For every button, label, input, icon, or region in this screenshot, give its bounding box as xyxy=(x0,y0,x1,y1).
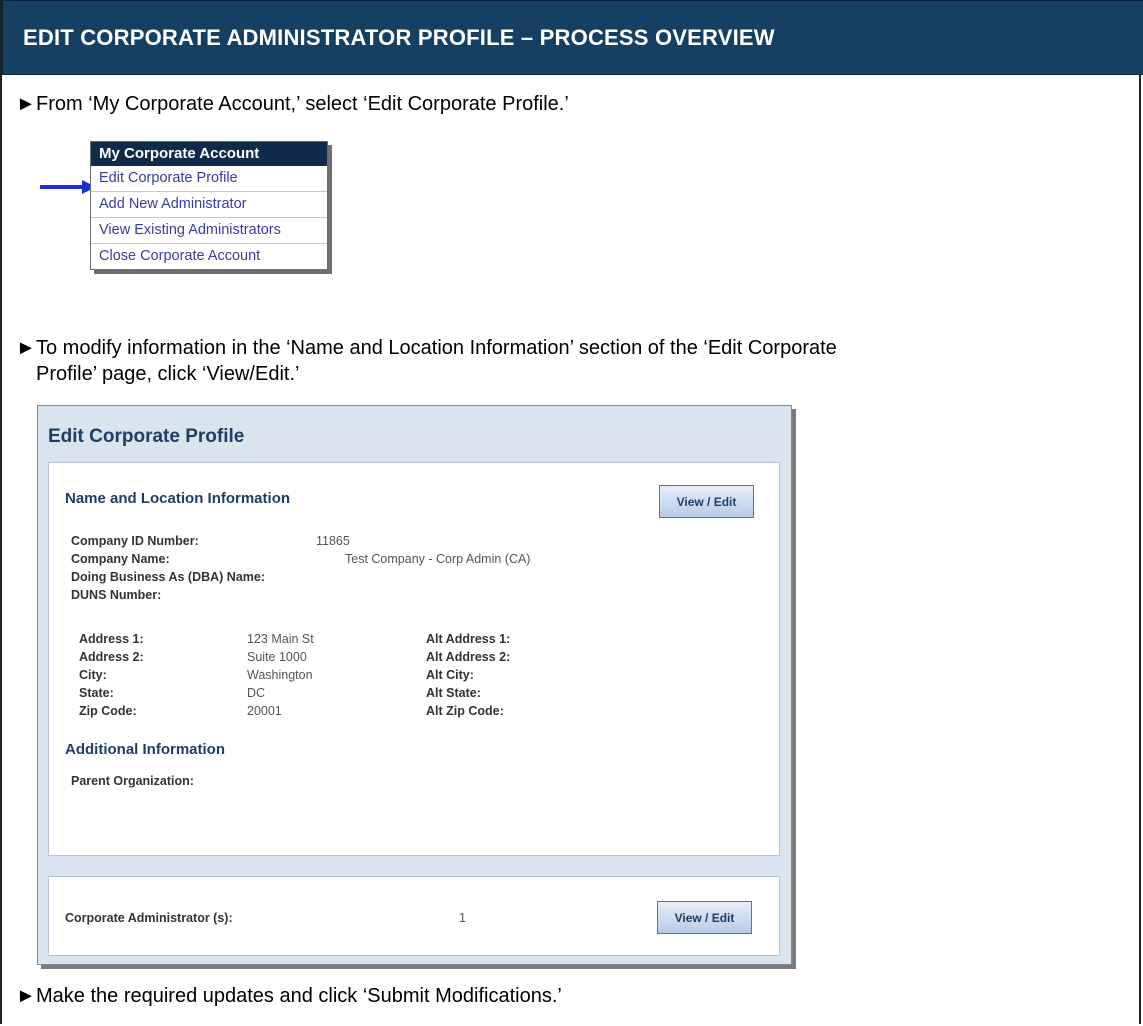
alt-state-label: Alt State: xyxy=(426,686,481,700)
dba-label: Doing Business As (DBA) Name: xyxy=(71,570,266,584)
address2-label: Address 2: xyxy=(79,650,144,664)
alt-address2-label: Alt Address 2: xyxy=(426,650,511,664)
instruction-bullet-1: ►From ‘My Corporate Account,’ select ‘Ed… xyxy=(16,91,569,117)
alt-address1-label: Alt Address 1: xyxy=(426,632,511,646)
menu-item-edit-corporate-profile[interactable]: Edit Corporate Profile xyxy=(91,166,327,191)
menu-item-view-existing-administrators[interactable]: View Existing Administrators xyxy=(91,217,327,243)
view-edit-name-location-button[interactable]: View / Edit xyxy=(659,485,754,518)
zip-label: Zip Code: xyxy=(79,704,137,718)
duns-label: DUNS Number: xyxy=(71,588,162,602)
menu-item-add-new-administrator[interactable]: Add New Administrator xyxy=(91,191,327,217)
name-location-section-title: Name and Location Information xyxy=(65,490,291,507)
instruction-bullet-3: ►Make the required updates and click ‘Su… xyxy=(16,983,562,1009)
edit-corporate-profile-window: Edit Corporate Profile Name and Location… xyxy=(37,405,792,965)
name-location-panel: Name and Location Information View / Edi… xyxy=(48,462,780,856)
corp-admin-label: Corporate Administrator (s): xyxy=(65,911,233,925)
page-title: EDIT CORPORATE ADMINISTRATOR PROFILE – P… xyxy=(23,25,775,50)
address2-value: Suite 1000 xyxy=(247,650,307,664)
my-corporate-account-menu: My Corporate Account Edit Corporate Prof… xyxy=(90,141,328,270)
parent-org-label: Parent Organization: xyxy=(71,774,194,788)
bullet-arrow-icon: ► xyxy=(16,337,36,359)
edit-profile-title: Edit Corporate Profile xyxy=(48,426,245,447)
bullet-arrow-icon: ► xyxy=(16,93,36,115)
state-label: State: xyxy=(79,686,114,700)
alt-city-label: Alt City: xyxy=(426,668,474,682)
instruction-text-3: Make the required updates and click ‘Sub… xyxy=(36,985,562,1007)
company-id-value: 11865 xyxy=(316,534,350,548)
menu-item-close-corporate-account[interactable]: Close Corporate Account xyxy=(91,243,327,269)
bullet-arrow-icon: ► xyxy=(16,985,36,1007)
city-label: City: xyxy=(79,668,107,682)
slide-header: EDIT CORPORATE ADMINISTRATOR PROFILE – P… xyxy=(2,0,1143,75)
view-edit-admins-button[interactable]: View / Edit xyxy=(657,901,752,934)
zip-value: 20001 xyxy=(247,704,282,718)
additional-info-section-title: Additional Information xyxy=(65,741,225,758)
address1-label: Address 1: xyxy=(79,632,144,646)
corp-admin-count: 1 xyxy=(459,911,466,925)
instruction-text-2a: To modify information in the ‘Name and L… xyxy=(36,337,837,359)
company-id-label: Company ID Number: xyxy=(71,534,199,548)
menu-header: My Corporate Account xyxy=(91,142,327,166)
alt-zip-label: Alt Zip Code: xyxy=(426,704,504,718)
address1-value: 123 Main St xyxy=(247,632,314,646)
corporate-admins-panel: Corporate Administrator (s): 1 View / Ed… xyxy=(48,876,780,956)
state-value: DC xyxy=(247,686,266,700)
arrow-right-icon xyxy=(40,180,96,194)
company-name-label: Company Name: xyxy=(71,552,170,566)
instruction-text-2b: Profile’ page, click ‘View/Edit.’ xyxy=(36,363,300,385)
company-name-value: Test Company - Corp Admin (CA) xyxy=(345,552,531,566)
instruction-bullet-2: ►To modify information in the ‘Name and … xyxy=(16,335,837,387)
instruction-text-1: From ‘My Corporate Account,’ select ‘Edi… xyxy=(36,93,569,115)
slide-frame: EDIT CORPORATE ADMINISTRATOR PROFILE – P… xyxy=(0,0,1143,1024)
city-value: Washington xyxy=(247,668,313,682)
